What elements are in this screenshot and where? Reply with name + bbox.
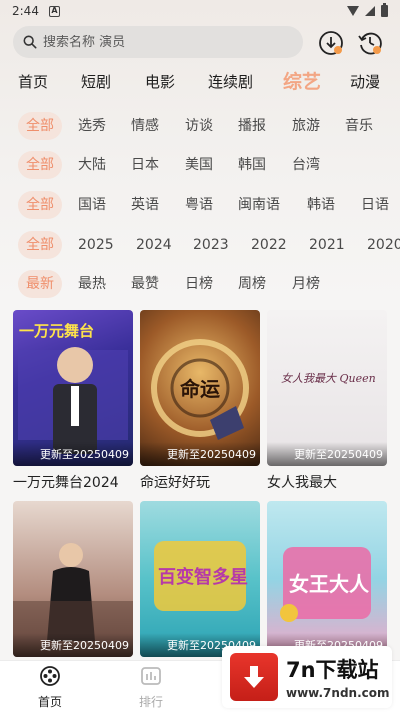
- filter-region-item[interactable]: 日本: [131, 151, 159, 179]
- sort-item[interactable]: 最热: [78, 270, 106, 298]
- tab-home[interactable]: 首页: [18, 71, 48, 92]
- video-poster[interactable]: 女王大人 更新至20250409: [267, 501, 387, 657]
- nav-ranking[interactable]: 排行: [121, 665, 181, 710]
- filter-language-item[interactable]: 国语: [78, 191, 106, 219]
- filter-type-item[interactable]: 情感: [131, 112, 159, 140]
- nav-home-label: 首页: [37, 695, 62, 709]
- filter-language-item[interactable]: 韩语: [307, 191, 335, 219]
- filter-region-item[interactable]: 韩国: [238, 151, 266, 179]
- filter-type-item[interactable]: 播报: [238, 112, 266, 140]
- status-bar: 2:44 A: [0, 0, 400, 22]
- update-badge: 更新至20250409: [13, 442, 133, 466]
- nav-ranking-label: 排行: [138, 695, 163, 709]
- filter-row-year: 全部 2025 2024 2023 2022 2021 2020: [0, 231, 400, 259]
- filter-type-item[interactable]: 旅游: [292, 112, 320, 140]
- video-poster[interactable]: 女人我最大 Queen 更新至20250409: [267, 310, 387, 466]
- video-card[interactable]: 百变智多星 更新至20250409: [140, 501, 260, 663]
- poster-text: 百变智多星: [158, 566, 248, 588]
- site-watermark: 7n下载站 www.7ndn.com: [222, 646, 392, 708]
- battery-icon: [381, 3, 388, 17]
- sort-item[interactable]: 日榜: [185, 270, 213, 298]
- filter-year-item[interactable]: 2020: [367, 231, 400, 259]
- video-poster[interactable]: 命运 更新至20250409: [140, 310, 260, 466]
- history-icon[interactable]: [357, 30, 383, 56]
- filter-year-all[interactable]: 全部: [18, 231, 62, 259]
- tab-movie[interactable]: 电影: [145, 71, 175, 92]
- status-time: 2:44: [12, 4, 39, 18]
- video-card[interactable]: 女人我最大 Queen 更新至20250409 女人我最大: [267, 310, 387, 492]
- sort-item[interactable]: 最赞: [131, 270, 159, 298]
- poster-text: 一万元舞台: [19, 322, 94, 340]
- filter-language-item[interactable]: 英语: [131, 191, 159, 219]
- filter-row-language: 全部 国语 英语 粤语 闽南语 韩语 日语: [0, 191, 400, 219]
- filter-year-item[interactable]: 2025: [78, 231, 114, 259]
- tab-series[interactable]: 连续剧: [208, 71, 253, 92]
- update-badge: 更新至20250409: [13, 633, 133, 657]
- filter-row-sort: 最新 最热 最赞 日榜 周榜 月榜: [0, 270, 400, 298]
- filter-type-item[interactable]: 访谈: [185, 112, 213, 140]
- video-poster[interactable]: 一万元舞台 更新至20250409: [13, 310, 133, 466]
- notification-icon: A: [48, 5, 60, 17]
- video-title: 一万元舞台2024: [13, 475, 119, 491]
- poster-text: 女人我最大 Queen: [281, 372, 376, 385]
- watermark-url: www.7ndn.com: [286, 686, 390, 700]
- sort-newest[interactable]: 最新: [18, 270, 62, 298]
- tab-short-drama[interactable]: 短剧: [81, 71, 111, 92]
- poster-text: 命运: [180, 377, 220, 401]
- update-badge: 更新至20250409: [140, 442, 260, 466]
- video-card[interactable]: 一万元舞台 更新至20250409 一万元舞台2024: [13, 310, 133, 492]
- tab-anime[interactable]: 动漫: [350, 71, 380, 92]
- wifi-icon: [347, 6, 359, 16]
- tab-variety[interactable]: 综艺: [283, 67, 321, 94]
- signal-icon: [365, 6, 375, 16]
- download-icon[interactable]: [318, 30, 344, 56]
- video-card[interactable]: 更新至20250409: [13, 501, 133, 663]
- filter-language-item[interactable]: 闽南语: [238, 191, 280, 219]
- filter-year-item[interactable]: 2024: [136, 231, 172, 259]
- nav-home[interactable]: 首页: [20, 665, 80, 710]
- video-card[interactable]: 命运 更新至20250409 命运好好玩: [140, 310, 260, 492]
- main-category-tabs: 首页 短剧 电影 连续剧 综艺 动漫: [0, 66, 400, 98]
- video-title: 命运好好玩: [140, 475, 210, 491]
- download-arrow-icon: [230, 653, 278, 701]
- search-icon: [23, 35, 37, 49]
- filter-year-item[interactable]: 2021: [309, 231, 345, 259]
- filter-year-item[interactable]: 2022: [251, 231, 287, 259]
- filter-type-item[interactable]: 音乐: [345, 112, 373, 140]
- video-title: 女人我最大: [267, 475, 337, 491]
- film-reel-icon: [40, 666, 60, 686]
- search-bar[interactable]: [13, 26, 303, 58]
- filter-language-all[interactable]: 全部: [18, 191, 62, 219]
- filter-language-item[interactable]: 粤语: [185, 191, 213, 219]
- filter-region-item[interactable]: 大陆: [78, 151, 106, 179]
- filter-language-item[interactable]: 日语: [361, 191, 389, 219]
- video-poster[interactable]: 百变智多星 更新至20250409: [140, 501, 260, 657]
- filter-type-item[interactable]: 选秀: [78, 112, 106, 140]
- filter-type-all[interactable]: 全部: [18, 112, 62, 140]
- search-input[interactable]: [43, 34, 283, 50]
- update-badge: 更新至20250409: [267, 442, 387, 466]
- filter-row-region: 全部 大陆 日本 美国 韩国 台湾: [0, 151, 400, 179]
- watermark-title: 7n下载站: [286, 658, 379, 682]
- video-poster[interactable]: 更新至20250409: [13, 501, 133, 657]
- poster-text: 女王大人: [289, 572, 370, 596]
- filter-region-item[interactable]: 美国: [185, 151, 213, 179]
- sort-item[interactable]: 月榜: [292, 270, 320, 298]
- filter-region-item[interactable]: 台湾: [292, 151, 320, 179]
- sort-item[interactable]: 周榜: [238, 270, 266, 298]
- filter-year-item[interactable]: 2023: [193, 231, 229, 259]
- video-card[interactable]: 女王大人 更新至20250409: [267, 501, 387, 663]
- filter-region-all[interactable]: 全部: [18, 151, 62, 179]
- filter-row-type: 全部 选秀 情感 访谈 播报 旅游 音乐: [0, 112, 400, 140]
- ranking-icon: [141, 667, 161, 685]
